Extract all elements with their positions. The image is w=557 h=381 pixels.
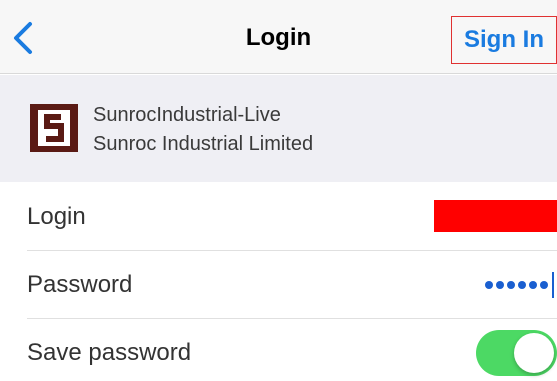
company-logo xyxy=(30,104,78,152)
sign-in-button[interactable]: Sign In xyxy=(451,16,557,64)
save-password-label: Save password xyxy=(27,339,192,366)
password-dot xyxy=(507,281,515,289)
password-input[interactable] xyxy=(485,272,554,298)
sunroc-logo-icon xyxy=(38,110,70,146)
password-dot xyxy=(540,281,548,289)
password-dot xyxy=(529,281,537,289)
password-dot xyxy=(496,281,504,289)
company-banner xyxy=(0,75,557,182)
login-row: Login xyxy=(0,183,557,251)
company-name: Sunroc Industrial Limited xyxy=(93,133,314,155)
login-input[interactable] xyxy=(434,200,557,232)
password-dot xyxy=(518,281,526,289)
database-name: SunrocIndustrial-Live xyxy=(93,104,281,126)
password-row: Password xyxy=(0,251,557,319)
password-dot xyxy=(485,281,493,289)
text-caret xyxy=(552,272,554,298)
navigation-bar: Login Sign In xyxy=(0,0,557,74)
save-password-toggle[interactable] xyxy=(476,330,557,376)
login-label: Login xyxy=(27,203,86,230)
toggle-knob xyxy=(514,333,554,373)
password-label: Password xyxy=(27,271,133,298)
save-password-row: Save password xyxy=(0,319,557,381)
